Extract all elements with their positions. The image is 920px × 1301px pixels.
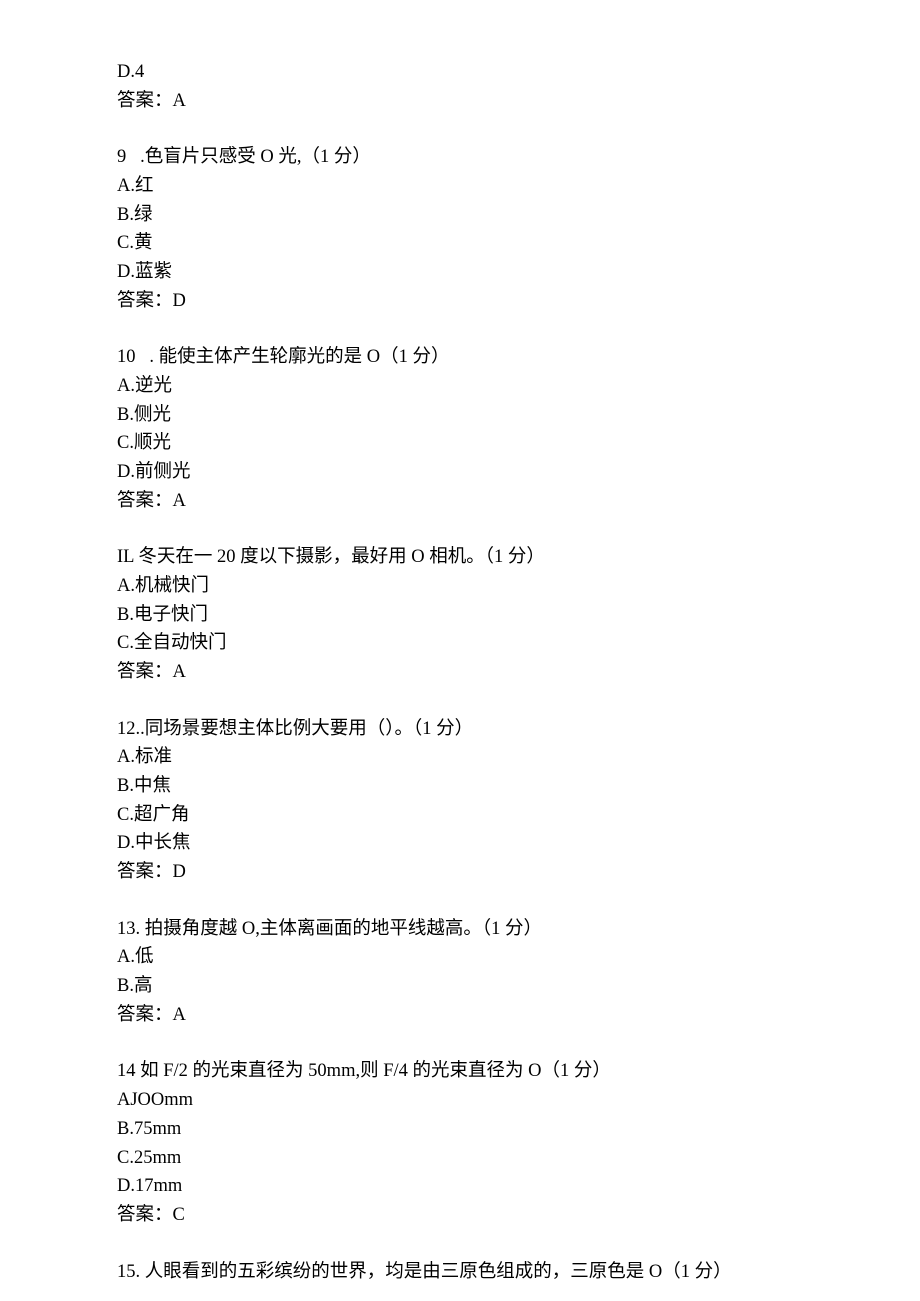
question-10: 10 . 能使主体产生轮廓光的是 O（1 分） A.逆光 B.侧光 C.顺光 D…	[117, 343, 817, 515]
option-c: C.顺光	[117, 429, 817, 458]
option-d: D.中长焦	[117, 829, 817, 858]
question-stem: 15. 人眼看到的五彩缤纷的世界，均是由三原色组成的，三原色是 O（1 分）	[117, 1258, 817, 1287]
question-stem: 13. 拍摄角度越 O,主体离画面的地平线越高。（1 分）	[117, 915, 817, 944]
question-9: 9 .色盲片只感受 O 光,（1 分） A.红 B.绿 C.黄 D.蓝紫 答案：…	[117, 143, 817, 315]
option-c: C.超广角	[117, 801, 817, 830]
option-a: A.机械快门	[117, 572, 817, 601]
option-b: B.绿	[117, 201, 817, 230]
option-c: C.25mm	[117, 1144, 817, 1173]
option-b: B.侧光	[117, 401, 817, 430]
answer-line: 答案：A	[117, 87, 817, 116]
question-8-tail: D.4 答案：A	[117, 58, 817, 115]
option-a: A.逆光	[117, 372, 817, 401]
option-d: D.前侧光	[117, 458, 817, 487]
option-d: D.蓝紫	[117, 258, 817, 287]
question-stem: 10 . 能使主体产生轮廓光的是 O（1 分）	[117, 343, 817, 372]
option-d: D.17mm	[117, 1172, 817, 1201]
answer-line: 答案：A	[117, 658, 817, 687]
option-b: B.高	[117, 972, 817, 1001]
question-stem: 14 如 F/2 的光束直径为 50mm,则 F/4 的光束直径为 O（1 分）	[117, 1057, 817, 1086]
question-stem: IL 冬天在一 20 度以下摄影，最好用 O 相机。（1 分）	[117, 543, 817, 572]
option-c: C.全自动快门	[117, 629, 817, 658]
option-a: AJOOmm	[117, 1086, 817, 1115]
question-12: 12..同场景要想主体比例大要用（）。（1 分） A.标准 B.中焦 C.超广角…	[117, 715, 817, 887]
option-b: B.中焦	[117, 772, 817, 801]
question-stem: 12..同场景要想主体比例大要用（）。（1 分）	[117, 715, 817, 744]
option-c: C.黄	[117, 229, 817, 258]
option-a: A.标准	[117, 743, 817, 772]
option-b: B.75mm	[117, 1115, 817, 1144]
option-b: B.电子快门	[117, 601, 817, 630]
question-13: 13. 拍摄角度越 O,主体离画面的地平线越高。（1 分） A.低 B.高 答案…	[117, 915, 817, 1030]
question-stem: 9 .色盲片只感受 O 光,（1 分）	[117, 143, 817, 172]
question-11: IL 冬天在一 20 度以下摄影，最好用 O 相机。（1 分） A.机械快门 B…	[117, 543, 817, 686]
answer-line: 答案：A	[117, 487, 817, 516]
question-15: 15. 人眼看到的五彩缤纷的世界，均是由三原色组成的，三原色是 O（1 分）	[117, 1258, 817, 1287]
answer-line: 答案：D	[117, 287, 817, 316]
option-a: A.低	[117, 943, 817, 972]
answer-line: 答案：A	[117, 1001, 817, 1030]
answer-line: 答案：C	[117, 1201, 817, 1230]
document-page: D.4 答案：A 9 .色盲片只感受 O 光,（1 分） A.红 B.绿 C.黄…	[0, 0, 817, 1286]
option-d: D.4	[117, 58, 817, 87]
answer-line: 答案：D	[117, 858, 817, 887]
option-a: A.红	[117, 172, 817, 201]
question-14: 14 如 F/2 的光束直径为 50mm,则 F/4 的光束直径为 O（1 分）…	[117, 1057, 817, 1229]
